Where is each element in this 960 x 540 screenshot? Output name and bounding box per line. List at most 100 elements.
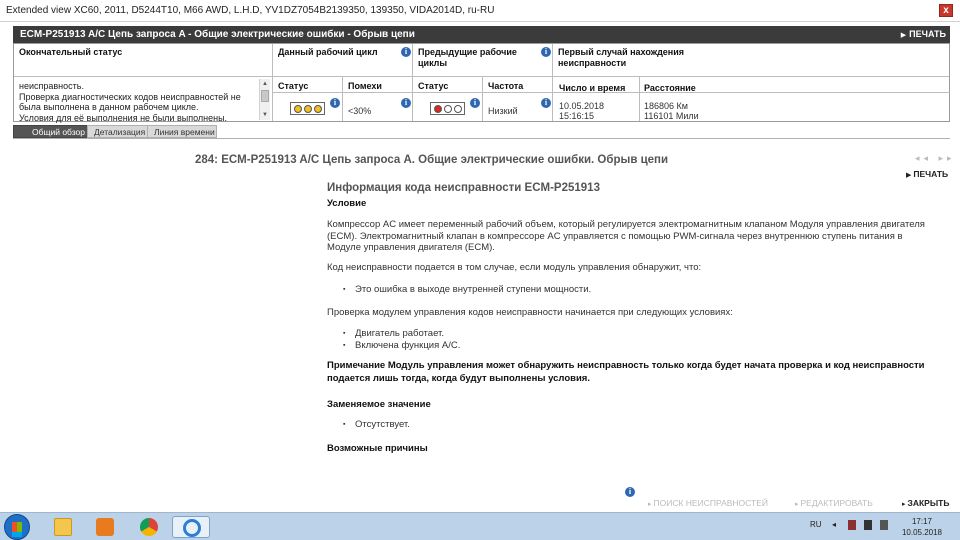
scroll-thumb[interactable] [261, 90, 269, 102]
condition-heading: Условие [327, 198, 367, 209]
clock-date: 10.05.2018 [901, 528, 942, 537]
dtc-code-title: ECM-P251913 A/C Цепь запроса A - Общие э… [20, 29, 415, 40]
clock-time: 17:17 [911, 517, 932, 526]
window-title: Extended view XC60, 2011, D5244T10, M66 … [6, 5, 495, 16]
dtc-header-bar: ECM-P251913 A/C Цепь запроса A - Общие э… [13, 26, 950, 43]
bullet-list: Двигатель работает. Включена функция A/C… [327, 328, 939, 351]
frequency-label: Частота [488, 81, 524, 91]
scroll-up-icon[interactable]: ▲ [260, 79, 270, 89]
bullet-list: Отсутствует. [327, 419, 939, 431]
info-icon[interactable]: i [541, 47, 551, 57]
note-text: Примечание Модуль управления может обнар… [327, 360, 925, 384]
list-item: Двигатель работает. [327, 328, 939, 340]
tab-timeline[interactable]: Линия времени [147, 125, 217, 138]
windows-taskbar: RU ◂ 17:17 10.05.2018 [0, 512, 960, 540]
prev-status-lights [430, 102, 465, 115]
status-scrollbar[interactable]: ▲ ▼ [259, 79, 270, 120]
final-status-text: неисправность. Проверка диагностических … [19, 81, 241, 123]
yellow-light-icon [314, 105, 322, 113]
list-item: Это ошибка в выходе внутренней ступени м… [327, 284, 939, 296]
distance-label: Расстояние [644, 83, 696, 93]
current-cycle-header: Данный рабочий цикл [278, 47, 378, 57]
empty-light-icon [454, 105, 462, 113]
doc-title: 284: ECM-P251913 A/C Цепь запроса A. Общ… [195, 154, 669, 166]
info-icon[interactable]: i [541, 98, 551, 108]
causes-heading: Возможные причины [327, 442, 428, 454]
final-status-header: Окончательный статус [19, 47, 123, 57]
arrow-right-icon: ▶ [906, 172, 912, 179]
arrow-right-icon: ▸ [648, 501, 652, 508]
folder-icon [54, 518, 72, 536]
arrow-right-icon: ▸ [902, 501, 906, 508]
media-taskbar-button[interactable] [86, 516, 124, 538]
prev-status-label: Статус [418, 81, 449, 91]
info-icon[interactable]: i [625, 487, 635, 497]
header-print-button[interactable]: ▶ ПЕЧАТЬ [901, 29, 946, 39]
network-icon[interactable] [864, 520, 872, 530]
info-icon[interactable]: i [401, 98, 411, 108]
close-button[interactable]: ▸ ЗАКРЫТЬ [902, 498, 949, 508]
window-titlebar: Extended view XC60, 2011, D5244T10, M66 … [0, 0, 960, 22]
info-icon[interactable]: i [330, 98, 340, 108]
yellow-light-icon [294, 105, 302, 113]
datetime-label: Число и время [559, 83, 626, 93]
divider [412, 44, 413, 121]
edit-label: РЕДАКТИРОВАТЬ [800, 498, 873, 508]
doc-heading: Информация кода неисправности ECM-P25191… [327, 182, 600, 194]
troubleshoot-label: ПОИСК НЕИСПРАВНОСТЕЙ [653, 498, 768, 508]
tab-details[interactable]: Детализация [87, 125, 149, 138]
prev-cycles-header: Предыдущие рабочие циклы [418, 47, 517, 68]
doc-content: Информация кода неисправности ECM-P25191… [327, 182, 939, 454]
info-icon[interactable]: i [401, 47, 411, 57]
bullet-list: Это ошибка в выходе внутренней ступени м… [327, 284, 939, 296]
window-close-button[interactable]: x [939, 4, 953, 17]
scroll-down-icon[interactable]: ▼ [260, 110, 270, 120]
list-item: Включена функция A/C. [327, 340, 939, 352]
status-grid: Окончательный статус неисправность. Пров… [13, 43, 950, 123]
time-value: 15:16:15 [559, 111, 595, 121]
interference-label: Помехи [348, 81, 382, 91]
miles-value: 116101 Мили [644, 111, 699, 121]
tab-divider [13, 138, 950, 139]
arrow-right-icon: ▶ [900, 32, 907, 39]
paragraph: Компрессор AC имеет переменный рабочий о… [327, 219, 925, 253]
language-indicator[interactable]: RU [810, 520, 822, 529]
header-print-label: ПЕЧАТЬ [909, 29, 946, 39]
current-status-lights [290, 102, 325, 115]
info-icon[interactable]: i [470, 98, 480, 108]
current-status-label: Статус [278, 81, 309, 91]
doc-print-button[interactable]: ▶ ПЕЧАТЬ [906, 169, 948, 179]
frequency-value: Низкий [488, 106, 518, 116]
date-value: 10.05.2018 [559, 101, 605, 111]
tab-overview[interactable]: Общий обзор [13, 125, 89, 138]
paragraph: Код неисправности подается в том случае,… [327, 261, 702, 273]
start-button[interactable] [4, 514, 30, 540]
arrow-right-icon: ▸ [795, 501, 799, 508]
divider [272, 44, 273, 121]
edit-button[interactable]: ▸ РЕДАКТИРОВАТЬ [795, 498, 873, 508]
chrome-taskbar-button[interactable] [130, 516, 168, 538]
close-label: ЗАКРЫТЬ [907, 498, 950, 508]
divider [342, 76, 343, 121]
internet-explorer-icon [183, 519, 201, 537]
red-light-icon [434, 105, 442, 113]
divider [552, 44, 553, 121]
troubleshoot-button[interactable]: ▸ ПОИСК НЕИСПРАВНОСТЕЙ [648, 498, 768, 508]
nav-arrows-icon[interactable]: ◂◂ ▸▸ [915, 153, 956, 164]
km-value: 186806 Км [644, 101, 688, 111]
media-player-icon [96, 518, 114, 536]
ie-taskbar-button[interactable] [172, 516, 210, 538]
first-case-header: Первый случай нахождения неисправности [558, 47, 685, 68]
tray-app-icon[interactable] [848, 520, 856, 530]
paragraph: Проверка модулем управления кодов неиспр… [327, 306, 733, 318]
replace-heading: Заменяемое значение [327, 399, 431, 410]
volume-icon[interactable] [880, 520, 888, 530]
list-item: Отсутствует. [327, 419, 939, 431]
interference-value: <30% [348, 106, 372, 116]
explorer-taskbar-button[interactable] [44, 516, 82, 538]
empty-light-icon [444, 105, 452, 113]
tray-expand-icon[interactable]: ◂ [832, 520, 836, 529]
doc-print-label: ПЕЧАТЬ [913, 169, 949, 179]
divider [639, 76, 640, 121]
system-clock[interactable]: 17:17 10.05.2018 [902, 516, 942, 538]
